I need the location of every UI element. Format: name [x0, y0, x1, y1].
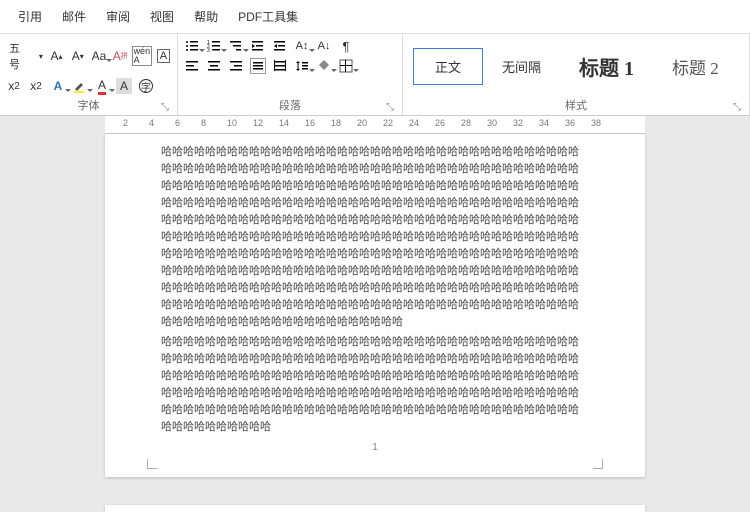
highlight-icon[interactable]: [72, 78, 88, 94]
text-effects-icon[interactable]: A: [50, 78, 66, 94]
font-size-select[interactable]: 五号: [6, 38, 33, 74]
style-option[interactable]: 标题 1: [560, 43, 653, 90]
ruler-tick: 28: [461, 118, 471, 128]
multilevel-list-icon[interactable]: [228, 38, 244, 54]
asian-layout-icon[interactable]: A↕: [294, 38, 310, 54]
ribbon: 五号▾ A▴ A▾ Aa A拼 wénA A x2 x2 A A A 字 字体⤡: [0, 34, 750, 116]
superscript-icon[interactable]: x2: [28, 78, 44, 94]
ruler-tick: 12: [253, 118, 263, 128]
numbering-icon[interactable]: 123: [206, 38, 222, 54]
ruler-tick: 30: [487, 118, 497, 128]
ruler-tick: 16: [305, 118, 315, 128]
font-launcher-icon[interactable]: ⤡: [161, 102, 169, 113]
font-group-label: 字体: [78, 97, 100, 113]
grow-font-icon[interactable]: A▴: [49, 48, 64, 64]
style-group-label: 样式: [565, 97, 587, 113]
ruler-tick: 24: [409, 118, 419, 128]
font-group: 五号▾ A▴ A▾ Aa A拼 wénA A x2 x2 A A A 字 字体⤡: [0, 34, 178, 115]
decrease-indent-icon[interactable]: [250, 38, 266, 54]
ruler-tick: 6: [175, 118, 180, 128]
ruler-tick: 8: [201, 118, 206, 128]
align-right-icon[interactable]: [228, 58, 244, 74]
menu-item[interactable]: 审阅: [96, 4, 140, 29]
justify-icon[interactable]: [250, 58, 266, 74]
ruler-tick: 36: [565, 118, 575, 128]
shading-icon[interactable]: [316, 58, 332, 74]
borders-icon[interactable]: [338, 58, 354, 74]
paragraph-group-label: 段落: [279, 97, 301, 113]
ruler-tick: 20: [357, 118, 367, 128]
ruler-tick: 22: [383, 118, 393, 128]
ruler-tick: 18: [331, 118, 341, 128]
menu-bar: 引用邮件审阅视图帮助PDF工具集: [0, 0, 750, 34]
shrink-font-icon[interactable]: A▾: [70, 48, 85, 64]
show-marks-icon[interactable]: ¶: [338, 38, 354, 54]
menu-item[interactable]: 引用: [8, 4, 52, 29]
style-group: 正文无间隔标题 1标题 2 样式 ⤡: [403, 34, 750, 115]
ruler-tick: 2: [123, 118, 128, 128]
page-corner-icon: [147, 459, 157, 469]
page-1[interactable]: 哈哈哈哈哈哈哈哈哈哈哈哈哈哈哈哈哈哈哈哈哈哈哈哈哈哈哈哈哈哈哈哈哈哈哈哈哈哈哈哈…: [105, 134, 645, 477]
ruler-tick: 10: [227, 118, 237, 128]
character-border-icon[interactable]: 字: [138, 78, 154, 94]
align-center-icon[interactable]: [206, 58, 222, 74]
style-option[interactable]: 标题 2: [653, 45, 738, 88]
increase-indent-icon[interactable]: [272, 38, 288, 54]
distribute-icon[interactable]: [272, 58, 288, 74]
enclose-char-icon[interactable]: A: [156, 48, 171, 64]
style-option[interactable]: 正文: [413, 48, 483, 85]
ruler-tick: 32: [513, 118, 523, 128]
page-corner-icon: [593, 459, 603, 469]
subscript-icon[interactable]: x2: [6, 78, 22, 94]
menu-item[interactable]: 邮件: [52, 4, 96, 29]
document-area[interactable]: 2468101214161820222426283032343638 哈哈哈哈哈…: [0, 116, 750, 512]
font-color-icon[interactable]: A: [94, 78, 110, 94]
character-shading-icon[interactable]: A: [116, 78, 132, 94]
paragraph[interactable]: 哈哈哈哈哈哈哈哈哈哈哈哈哈哈哈哈哈哈哈哈哈哈哈哈哈哈哈哈哈哈哈哈哈哈哈哈哈哈哈哈…: [161, 334, 589, 436]
ruler-tick: 14: [279, 118, 289, 128]
sort-icon[interactable]: A↓: [316, 38, 332, 54]
paragraph-group: 123 A↕ A↓ ¶ 段落 ⤡: [178, 34, 403, 115]
bullets-icon[interactable]: [184, 38, 200, 54]
menu-item[interactable]: 视图: [140, 4, 184, 29]
ruler-tick: 34: [539, 118, 549, 128]
paragraph[interactable]: 哈哈哈哈哈哈哈哈哈哈哈哈哈哈哈哈哈哈哈哈哈哈哈哈哈哈哈哈哈哈哈哈哈哈哈哈哈哈哈哈…: [161, 144, 589, 332]
page-number: 1: [161, 442, 589, 453]
ruler-tick: 26: [435, 118, 445, 128]
menu-item[interactable]: PDF工具集: [228, 4, 308, 29]
style-option[interactable]: 无间隔: [483, 48, 560, 85]
document-text[interactable]: 哈哈哈哈哈哈哈哈哈哈哈哈哈哈哈哈哈哈哈哈哈哈哈哈哈哈哈哈哈哈哈哈哈哈哈哈哈哈哈哈…: [161, 144, 589, 436]
change-case-icon[interactable]: Aa: [91, 48, 106, 64]
ruler-tick: 4: [149, 118, 154, 128]
align-left-icon[interactable]: [184, 58, 200, 74]
phonetic-guide-icon[interactable]: A拼: [113, 48, 128, 64]
menu-item[interactable]: 帮助: [184, 4, 228, 29]
ruler-tick: 38: [591, 118, 601, 128]
style-launcher-icon[interactable]: ⤡: [733, 102, 741, 113]
ruler[interactable]: 2468101214161820222426283032343638: [105, 116, 645, 134]
paragraph-launcher-icon[interactable]: ⤡: [386, 102, 394, 113]
clear-format-icon[interactable]: wénA: [134, 48, 150, 64]
line-spacing-icon[interactable]: [294, 58, 310, 74]
svg-text:3: 3: [207, 48, 210, 53]
